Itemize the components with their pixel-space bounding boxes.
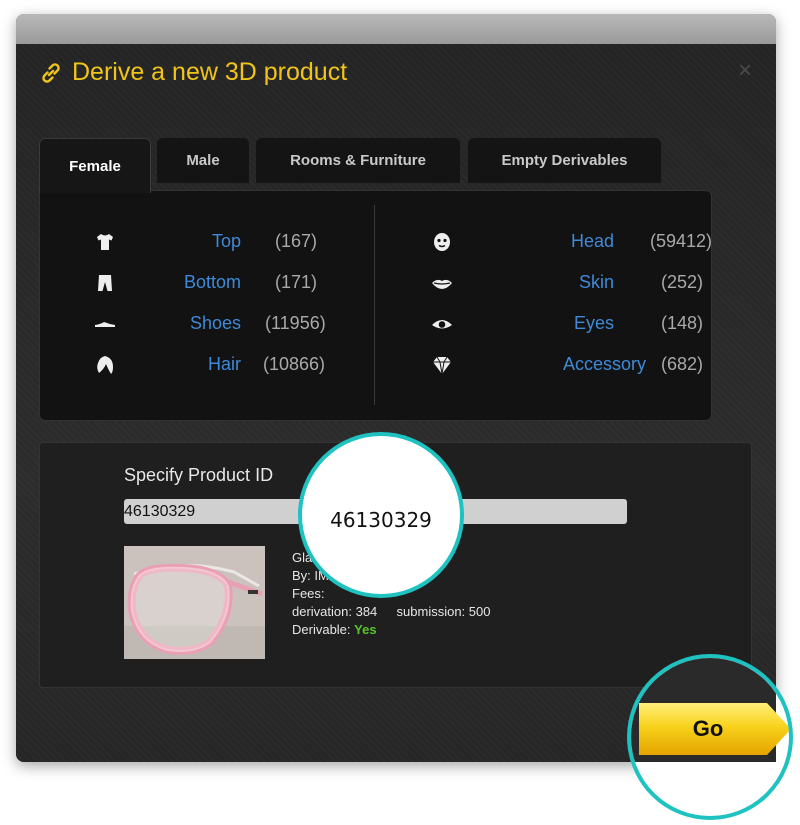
category-count: (59412)	[650, 231, 713, 251]
derivable-value: Yes	[354, 622, 377, 637]
category-label[interactable]: Hair	[208, 354, 241, 375]
tab-male[interactable]: Male	[157, 138, 249, 183]
pants-icon	[98, 275, 112, 291]
shirt-icon	[97, 234, 113, 250]
glasses-image	[124, 546, 265, 659]
go-button[interactable]	[639, 703, 791, 755]
panel-divider	[374, 205, 375, 405]
category-count: (167)	[275, 231, 318, 251]
go-button-magnifier: Go	[627, 654, 793, 820]
diamond-icon	[433, 356, 451, 375]
submission-fee: submission: 500	[396, 604, 491, 619]
category-count: (148)	[661, 313, 704, 333]
category-count: (10866)	[263, 354, 326, 374]
tab-empty-derivables[interactable]: Empty Derivables	[468, 138, 661, 183]
derivation-fee: derivation: 384	[292, 604, 378, 619]
close-icon[interactable]: ×	[734, 59, 756, 83]
category-label[interactable]: Shoes	[190, 313, 241, 334]
category-label[interactable]: Skin	[579, 272, 614, 293]
category-count: (252)	[661, 272, 704, 292]
category-label[interactable]: Bottom	[184, 272, 241, 293]
dialog-top-bar[interactable]	[16, 14, 776, 44]
tab-female[interactable]: Female	[39, 138, 151, 193]
derivable-status: Derivable: Yes	[292, 621, 490, 639]
head-icon	[434, 233, 450, 251]
eye-icon	[432, 320, 452, 329]
shoe-icon	[95, 322, 115, 327]
category-eyes[interactable]: Eyes (148)	[430, 309, 710, 339]
category-shoes[interactable]: Shoes (11956)	[93, 309, 353, 339]
category-label[interactable]: Top	[212, 231, 241, 252]
hair-icon	[97, 356, 113, 374]
derive-product-dialog: Derive a new 3D product × Female Male Ro…	[16, 14, 776, 762]
derivable-label: Derivable:	[292, 622, 351, 637]
link-icon	[42, 62, 60, 83]
category-count: (171)	[275, 272, 318, 292]
dialog-title: Derive a new 3D product	[38, 58, 347, 87]
category-bottom[interactable]: Bottom (171)	[93, 268, 353, 298]
dialog-title-text: Derive a new 3D product	[72, 58, 348, 86]
fees-values: derivation: 384 submission: 500	[292, 603, 490, 621]
product-id-magnifier: 46130329	[298, 432, 464, 598]
product-thumbnail	[124, 546, 265, 659]
category-label[interactable]: Accessory	[563, 354, 646, 375]
tab-rooms-furniture[interactable]: Rooms & Furniture	[256, 138, 460, 183]
magnified-product-id: 46130329	[330, 508, 432, 532]
category-count: (682)	[661, 354, 704, 374]
specify-product-label: Specify Product ID	[124, 465, 274, 485]
category-panel: Top (167) Bottom (171) Shoes (11956) Hai…	[39, 190, 712, 421]
category-accessory[interactable]: Accessory (682)	[430, 350, 710, 380]
lips-icon	[432, 279, 452, 289]
category-label[interactable]: Head	[571, 231, 614, 252]
category-skin[interactable]: Skin (252)	[430, 268, 710, 298]
category-label[interactable]: Eyes	[574, 313, 614, 334]
category-hair[interactable]: Hair (10866)	[93, 350, 353, 380]
category-head[interactable]: Head (59412)	[430, 227, 713, 257]
category-count: (11956)	[265, 313, 326, 333]
category-top[interactable]: Top (167)	[93, 227, 353, 257]
